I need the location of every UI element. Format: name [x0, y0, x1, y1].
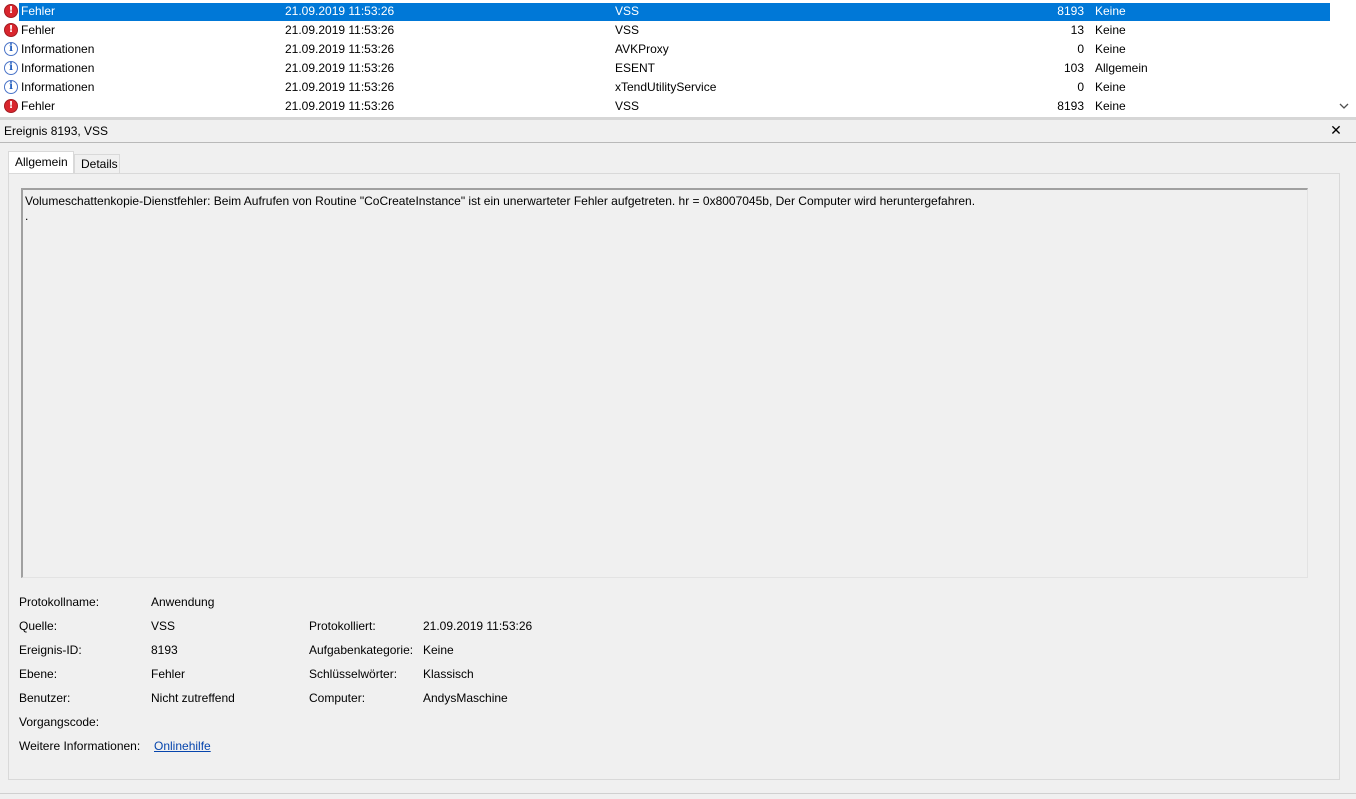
online-help-link[interactable]: Onlinehilfe: [154, 739, 211, 753]
event-date: 21.09.2019 11:53:26: [285, 99, 395, 113]
value-computer: AndysMaschine: [423, 691, 508, 705]
event-level: Fehler: [21, 23, 56, 37]
error-icon: !: [4, 4, 18, 18]
value-user: Nicht zutreffend: [151, 691, 235, 705]
event-row[interactable]: i Informationen 21.09.2019 11:53:26 xTen…: [0, 78, 1330, 97]
error-icon: !: [4, 23, 18, 37]
event-category: Keine: [1095, 99, 1126, 113]
event-row[interactable]: i Informationen 21.09.2019 11:53:26 ESEN…: [0, 59, 1330, 78]
event-level: Informationen: [21, 61, 95, 75]
label-task-category: Aufgabenkategorie:: [309, 643, 414, 657]
event-category: Keine: [1095, 42, 1126, 56]
label-keywords: Schlüsselwörter:: [309, 667, 398, 681]
value-source: VSS: [151, 619, 176, 633]
event-date: 21.09.2019 11:53:26: [285, 42, 395, 56]
event-row[interactable]: ! Fehler 21.09.2019 11:53:26 VSS 13 Kein…: [0, 21, 1330, 40]
label-opcode: Vorgangscode:: [19, 715, 100, 729]
event-date: 21.09.2019 11:53:26: [285, 61, 395, 75]
event-message[interactable]: Volumeschattenkopie-Dienstfehler: Beim A…: [21, 188, 1308, 578]
event-category: Keine: [1095, 4, 1126, 18]
event-id: 0: [1077, 42, 1084, 56]
info-icon: i: [4, 42, 18, 56]
event-id: 13: [1070, 23, 1084, 37]
event-id: 103: [1063, 61, 1084, 75]
event-id: 8193: [1057, 99, 1084, 113]
detail-header: Ereignis 8193, VSS ✕: [0, 120, 1356, 143]
event-date: 21.09.2019 11:53:26: [285, 80, 395, 94]
event-id: 8193: [1057, 4, 1084, 18]
value-event-id: 8193: [151, 643, 178, 657]
event-source: xTendUtilityService: [615, 80, 717, 94]
label-more-info: Weitere Informationen:: [19, 739, 141, 753]
event-category: Keine: [1095, 23, 1126, 37]
label-source: Quelle:: [19, 619, 58, 633]
value-log-name: Anwendung: [151, 595, 215, 609]
window-bottom-border: [0, 793, 1356, 799]
tab-details[interactable]: Details: [74, 154, 120, 173]
event-source: VSS: [615, 99, 640, 113]
event-source: ESENT: [615, 61, 656, 75]
event-row[interactable]: ! Fehler 21.09.2019 11:53:26 VSS 8193 Ke…: [0, 97, 1330, 116]
event-list[interactable]: ! Fehler 21.09.2019 11:53:26 VSS 8193 Ke…: [0, 0, 1356, 117]
event-level: Informationen: [21, 80, 95, 94]
event-id: 0: [1077, 80, 1084, 94]
event-category: Keine: [1095, 80, 1126, 94]
value-logged: 21.09.2019 11:53:26: [423, 619, 533, 633]
event-date: 21.09.2019 11:53:26: [285, 4, 395, 18]
event-level: Fehler: [21, 99, 56, 113]
selection-highlight: [19, 3, 1330, 21]
error-icon: !: [4, 99, 18, 113]
list-scrollbar[interactable]: [1330, 0, 1356, 117]
event-source: VSS: [615, 23, 640, 37]
event-date: 21.09.2019 11:53:26: [285, 23, 395, 37]
label-level: Ebene:: [19, 667, 58, 681]
detail-title: Ereignis 8193, VSS: [4, 124, 109, 138]
label-event-id: Ereignis-ID:: [19, 643, 82, 657]
label-log-name: Protokollname:: [19, 595, 100, 609]
info-icon: i: [4, 80, 18, 94]
event-category: Allgemein: [1095, 61, 1148, 75]
close-icon[interactable]: ✕: [1328, 122, 1344, 138]
label-logged: Protokolliert:: [309, 619, 376, 633]
event-row[interactable]: ! Fehler 21.09.2019 11:53:26 VSS 8193 Ke…: [0, 2, 1330, 21]
event-source: VSS: [615, 4, 640, 18]
label-computer: Computer:: [309, 691, 366, 705]
label-user: Benutzer:: [19, 691, 71, 705]
value-keywords: Klassisch: [423, 667, 474, 681]
info-icon: i: [4, 61, 18, 75]
event-row[interactable]: i Informationen 21.09.2019 11:53:26 AVKP…: [0, 40, 1330, 59]
tab-allgemein[interactable]: Allgemein: [8, 151, 74, 173]
scroll-down-arrow-icon[interactable]: [1338, 101, 1350, 111]
event-level: Fehler: [21, 4, 56, 18]
event-source: AVKProxy: [615, 42, 669, 56]
event-level: Informationen: [21, 42, 95, 56]
value-level: Fehler: [151, 667, 186, 681]
value-task-category: Keine: [423, 643, 454, 657]
